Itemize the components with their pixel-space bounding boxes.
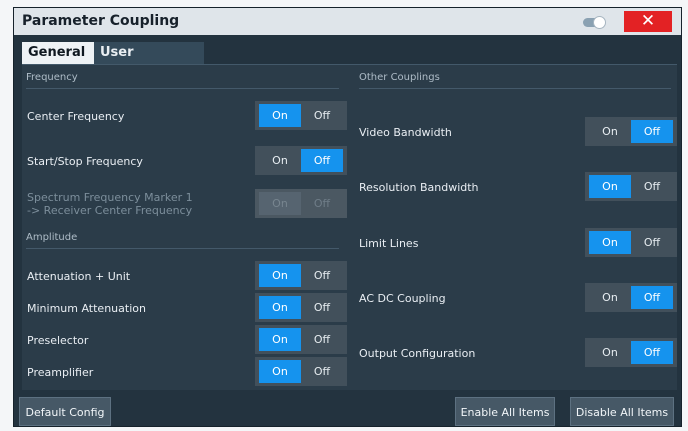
row-label-line: AC DC Coupling: [359, 291, 446, 305]
row-label-line: Limit Lines: [359, 236, 419, 250]
row-label-line: Center Frequency: [27, 109, 125, 123]
amplitude-row-label: Attenuation + Unit: [27, 270, 130, 283]
row-label-line: Output Configuration: [359, 346, 476, 360]
toggle-off-option[interactable]: Off: [301, 104, 343, 127]
other-coupling-toggle[interactable]: On Off: [585, 172, 677, 201]
amplitude-section-label: Amplitude: [26, 232, 78, 243]
other-row-label: Resolution Bandwidth: [359, 181, 479, 194]
row-label-line: Attenuation + Unit: [27, 269, 131, 283]
parameter-coupling-dialog: Parameter Coupling ✕ General User Coupli…: [13, 7, 682, 427]
other-coupling-toggle[interactable]: On Off: [585, 228, 677, 257]
frequency-section-divider: [26, 88, 339, 89]
frequency-coupling-toggle[interactable]: On Off: [255, 101, 347, 130]
frequency-row-label: Spectrum Frequency Marker 1 -> Receiver C…: [27, 191, 193, 217]
toggle-on-option[interactable]: On: [259, 149, 301, 172]
toggle-off-option[interactable]: Off: [301, 296, 343, 319]
toggle-on-option: On: [259, 192, 301, 215]
toggle-off-option[interactable]: Off: [301, 264, 343, 287]
enable-all-items-button[interactable]: Enable All Items: [455, 397, 555, 426]
amplitude-coupling-toggle[interactable]: On Off: [255, 357, 347, 386]
toggle-off-option[interactable]: Off: [631, 286, 673, 309]
frequency-section-label: Frequency: [26, 72, 78, 83]
other-row-label: AC DC Coupling: [359, 292, 446, 305]
toggle-on-option[interactable]: On: [589, 231, 631, 254]
row-label-line: Video Bandwidth: [359, 125, 452, 139]
toggle-on-option[interactable]: On: [589, 286, 631, 309]
frequency-row-label: Center Frequency: [27, 110, 124, 123]
undock-toggle-icon[interactable]: [581, 15, 609, 29]
other-row-label: Limit Lines: [359, 237, 418, 250]
amplitude-row-label: Preselector: [27, 334, 88, 347]
row-label-line: Spectrum Frequency Marker 1: [27, 191, 193, 204]
row-label-line: Start/Stop Frequency: [27, 154, 143, 168]
amplitude-section-divider: [26, 248, 339, 249]
frequency-coupling-toggle: On Off: [255, 189, 347, 218]
toggle-on-option[interactable]: On: [259, 104, 301, 127]
row-label-line: Resolution Bandwidth: [359, 180, 479, 194]
other-section-label: Other Couplings: [359, 72, 440, 83]
other-coupling-toggle[interactable]: On Off: [585, 283, 677, 312]
toggle-off-option[interactable]: Off: [631, 231, 673, 254]
other-row-label: Video Bandwidth: [359, 126, 452, 139]
toggle-on-option[interactable]: On: [589, 120, 631, 143]
toggle-off-option[interactable]: Off: [301, 328, 343, 351]
toggle-off-option[interactable]: Off: [301, 149, 343, 172]
amplitude-row-label: Preamplifier: [27, 366, 93, 379]
amplitude-coupling-toggle[interactable]: On Off: [255, 261, 347, 290]
tab-user-coupling[interactable]: User Coupling: [94, 42, 204, 81]
toggle-off-option[interactable]: Off: [631, 341, 673, 364]
other-row-label: Output Configuration: [359, 347, 475, 360]
row-label-line: Preselector: [27, 333, 89, 347]
disable-all-items-button[interactable]: Disable All Items: [570, 397, 674, 426]
general-panel: Frequency Center Frequency On Off Start/Stop…: [22, 64, 677, 390]
row-label-line: -> Receiver Center Frequency: [27, 204, 193, 217]
tab-general[interactable]: General: [22, 42, 94, 64]
amplitude-row-label: Minimum Attenuation: [27, 302, 146, 315]
toggle-off-option[interactable]: Off: [301, 360, 343, 383]
toggle-off-option[interactable]: Off: [631, 120, 673, 143]
frequency-coupling-toggle[interactable]: On Off: [255, 146, 347, 175]
other-coupling-toggle[interactable]: On Off: [585, 117, 677, 146]
toggle-on-option[interactable]: On: [259, 360, 301, 383]
toggle-on-option[interactable]: On: [589, 175, 631, 198]
toggle-on-option[interactable]: On: [259, 264, 301, 287]
dialog-titlebar[interactable]: Parameter Coupling ✕: [14, 8, 681, 35]
row-label-line: Minimum Attenuation: [27, 301, 146, 315]
toggle-off-option[interactable]: Off: [631, 175, 673, 198]
dialog-title: Parameter Coupling: [22, 13, 180, 29]
other-coupling-toggle[interactable]: On Off: [585, 338, 677, 367]
frequency-row-label: Start/Stop Frequency: [27, 155, 143, 168]
other-section-divider: [359, 88, 671, 89]
amplitude-coupling-toggle[interactable]: On Off: [255, 293, 347, 322]
toggle-on-option[interactable]: On: [259, 296, 301, 319]
close-button[interactable]: ✕: [624, 11, 672, 32]
toggle-on-option[interactable]: On: [259, 328, 301, 351]
default-config-button[interactable]: Default Config: [19, 397, 111, 426]
toggle-on-option[interactable]: On: [589, 341, 631, 364]
amplitude-coupling-toggle[interactable]: On Off: [255, 325, 347, 354]
toggle-off-option: Off: [313, 197, 331, 210]
row-label-line: Preamplifier: [27, 365, 94, 379]
